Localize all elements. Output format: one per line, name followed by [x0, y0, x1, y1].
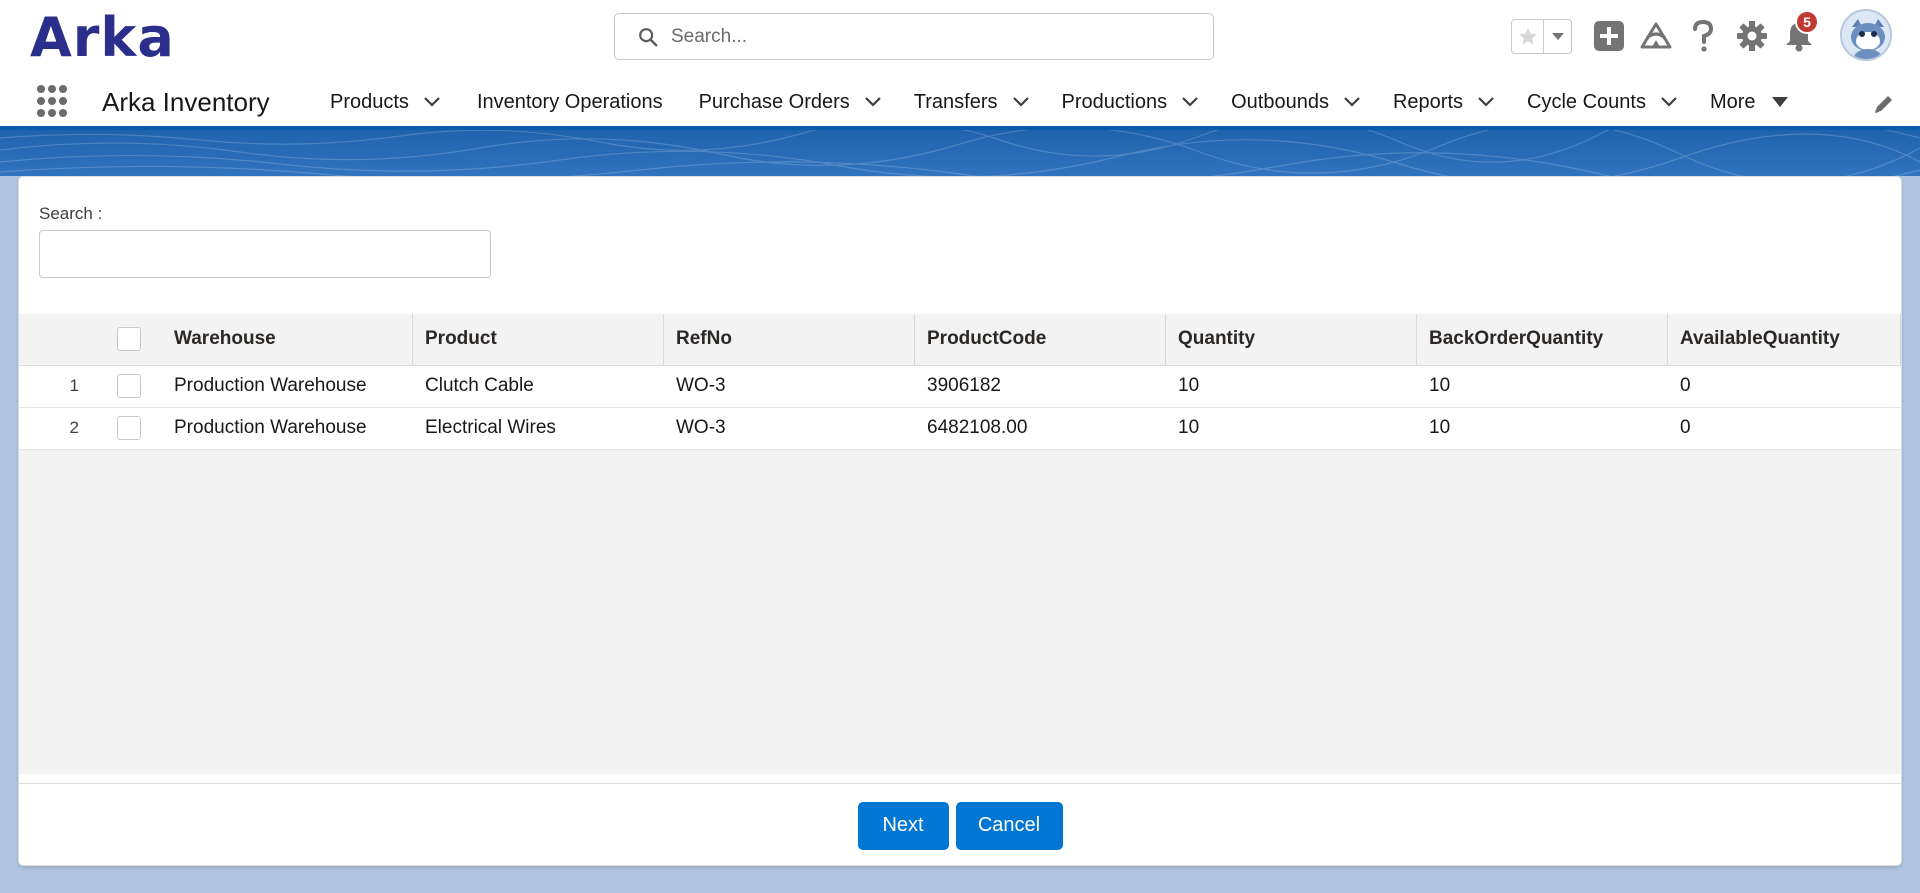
- cell-quantity: 10: [1166, 365, 1417, 408]
- nav-item-label: Cycle Counts: [1527, 90, 1646, 113]
- nav-item-label: Inventory Operations: [476, 90, 663, 113]
- chevron-down-icon[interactable]: [1660, 96, 1678, 108]
- table-header-row: Warehouse Product RefNo ProductCode Quan…: [19, 314, 1901, 366]
- column-header-refno[interactable]: RefNo: [664, 314, 915, 366]
- chevron-down-icon[interactable]: [864, 96, 882, 108]
- global-actions-button[interactable]: [1591, 18, 1627, 54]
- select-all-checkbox[interactable]: [117, 327, 141, 352]
- help-icon: [1693, 19, 1714, 52]
- help-button[interactable]: [1685, 18, 1721, 54]
- nav-item-transfers[interactable]: Transfers: [898, 80, 1046, 124]
- favorite-button[interactable]: [1512, 20, 1545, 53]
- cell-refno: WO-3: [664, 365, 915, 408]
- chevron-down-icon[interactable]: [1343, 96, 1361, 108]
- cancel-button[interactable]: Cancel: [955, 801, 1063, 850]
- chevron-down-icon[interactable]: [1477, 96, 1495, 108]
- data-table-container: Warehouse Product RefNo ProductCode Quan…: [19, 314, 1901, 774]
- nav-item-productions[interactable]: Productions: [1046, 80, 1216, 124]
- nav-item-label: Outbounds: [1231, 90, 1329, 113]
- row-number: 2: [19, 407, 107, 450]
- column-header-quantity[interactable]: Quantity: [1166, 314, 1417, 366]
- favorites-list-button[interactable]: [1544, 20, 1571, 53]
- cell-productcode: 6482108.00: [915, 407, 1166, 450]
- setup-button[interactable]: [1734, 18, 1770, 54]
- cell-productcode: 3906182: [915, 365, 1166, 408]
- avatar[interactable]: [1840, 9, 1892, 61]
- caret-down-icon: [1771, 97, 1788, 107]
- nav-item-more[interactable]: More: [1694, 80, 1804, 124]
- column-header-backorderquantity[interactable]: BackOrderQuantity: [1417, 314, 1668, 366]
- table-row: 1 Production Warehouse Clutch Cable WO-3…: [19, 365, 1901, 408]
- global-search-box[interactable]: [614, 13, 1214, 60]
- cell-warehouse: Production Warehouse: [162, 407, 413, 450]
- row-number-header: [19, 314, 107, 366]
- user-avatar-icon: [1842, 11, 1890, 59]
- selection-card: Search : Warehouse Product RefNo Product…: [18, 176, 1902, 866]
- cell-product: Electrical Wires: [413, 407, 664, 450]
- nav-item-products[interactable]: Products: [314, 80, 457, 124]
- search-icon: [639, 27, 658, 46]
- app-logo[interactable]: Arka: [30, 6, 175, 69]
- cell-availablequantity: 0: [1668, 407, 1901, 450]
- gear-icon: [1737, 21, 1767, 51]
- cell-availablequantity: 0: [1668, 365, 1901, 408]
- trailhead-icon: [1640, 22, 1672, 49]
- edit-nav-icon[interactable]: [1873, 93, 1895, 115]
- nav-item-label: Reports: [1392, 90, 1464, 113]
- chevron-down-icon[interactable]: [423, 96, 441, 108]
- favorites-group: [1511, 19, 1572, 54]
- cell-quantity: 10: [1166, 407, 1417, 450]
- row-number: 1: [19, 365, 107, 408]
- star-icon: [1518, 27, 1537, 45]
- nav-item-cycle-counts[interactable]: Cycle Counts: [1511, 80, 1694, 124]
- nav-item-label: Purchase Orders: [698, 90, 850, 113]
- column-header-availablequantity[interactable]: AvailableQuantity: [1668, 314, 1901, 366]
- cell-backorderquantity: 10: [1417, 407, 1668, 450]
- app-name: Arka Inventory: [102, 87, 270, 117]
- chevron-down-icon: [1551, 32, 1564, 40]
- chevron-down-icon[interactable]: [1012, 96, 1030, 108]
- row-checkbox[interactable]: [117, 374, 141, 398]
- data-table: Warehouse Product RefNo ProductCode Quan…: [19, 314, 1901, 450]
- card-footer: Next Cancel: [19, 783, 1901, 865]
- app-launcher-icon: [37, 85, 67, 117]
- trailhead-button[interactable]: [1638, 18, 1674, 54]
- search-label: Search :: [39, 204, 103, 223]
- global-search-input[interactable]: [671, 25, 1191, 48]
- cell-backorderquantity: 10: [1417, 365, 1668, 408]
- column-header-product[interactable]: Product: [413, 314, 664, 366]
- row-checkbox[interactable]: [117, 416, 141, 440]
- cell-product: Clutch Cable: [413, 365, 664, 408]
- global-header: Arka Search... 5 Arka Inventory Products…: [0, 0, 1920, 130]
- nav-bar: Products Inventory Operations Purchase O…: [314, 80, 1804, 124]
- nav-item-label: More: [1709, 90, 1756, 113]
- topographic-pattern: [0, 130, 1920, 176]
- row-select-cell: [107, 365, 162, 408]
- nav-item-purchase-orders[interactable]: Purchase Orders: [679, 80, 898, 124]
- next-button[interactable]: Next: [857, 801, 949, 850]
- nav-item-reports[interactable]: Reports: [1377, 80, 1511, 124]
- column-header-warehouse[interactable]: Warehouse: [162, 314, 413, 366]
- cell-warehouse: Production Warehouse: [162, 365, 413, 408]
- chevron-down-icon[interactable]: [1181, 96, 1199, 108]
- nav-item-label: Products: [330, 90, 409, 113]
- nav-item-label: Transfers: [913, 90, 998, 113]
- app-launcher-button[interactable]: [36, 83, 68, 119]
- table-row: 2 Production Warehouse Electrical Wires …: [19, 407, 1901, 450]
- nav-item-outbounds[interactable]: Outbounds: [1215, 80, 1377, 124]
- column-header-productcode[interactable]: ProductCode: [915, 314, 1166, 366]
- add-icon: [1594, 21, 1624, 51]
- notification-count-badge: 5: [1795, 10, 1819, 34]
- select-all-cell: [107, 314, 162, 366]
- nav-item-inventory-operations[interactable]: Inventory Operations: [457, 80, 679, 124]
- search-input[interactable]: [39, 230, 491, 278]
- nav-item-label: Productions: [1061, 90, 1168, 113]
- row-select-cell: [107, 407, 162, 450]
- cell-refno: WO-3: [664, 407, 915, 450]
